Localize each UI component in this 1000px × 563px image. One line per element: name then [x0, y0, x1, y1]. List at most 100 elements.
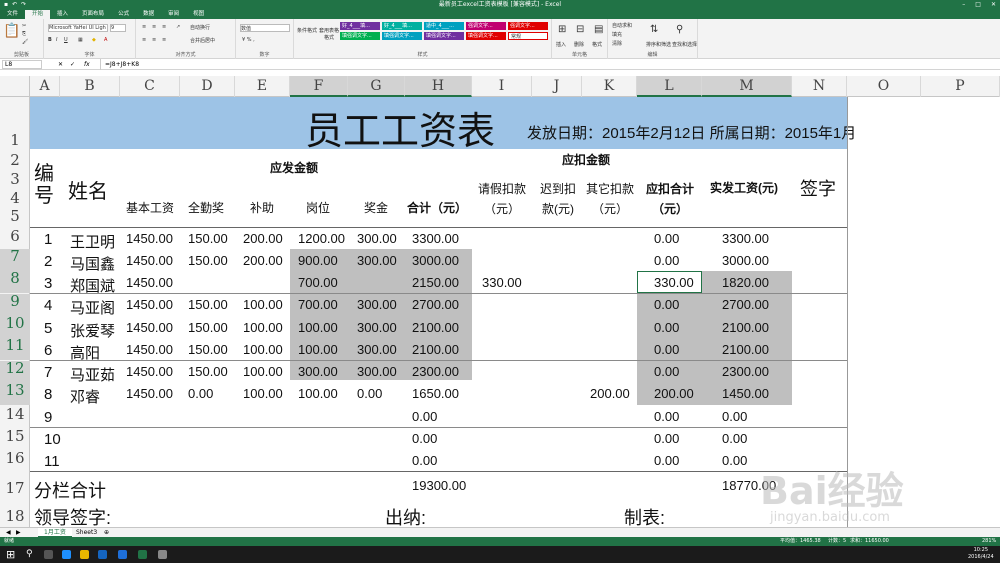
cell-deduct-total[interactable]: 0.00 — [654, 342, 679, 357]
edge-icon[interactable] — [62, 550, 71, 559]
cell-name[interactable]: 马亚阁 — [70, 297, 115, 318]
column-header[interactable]: O — [847, 76, 921, 97]
column-header[interactable]: H — [405, 76, 472, 97]
tab-view[interactable]: 视图 — [186, 10, 211, 19]
cell-deduct-total[interactable]: 0.00 — [654, 431, 679, 446]
cell-name[interactable]: 邓睿 — [70, 386, 100, 407]
cell-subsidy[interactable]: 200.00 — [243, 253, 283, 268]
font-size-select[interactable]: 9 — [110, 24, 126, 32]
app-icon[interactable] — [118, 550, 127, 559]
delete-button[interactable]: 删除 — [574, 41, 584, 48]
cell-base[interactable]: 1450.00 — [126, 231, 173, 246]
cell-net[interactable]: 3000.00 — [722, 253, 769, 268]
style-cell[interactable]: 填强调文字... — [424, 32, 464, 40]
delete-cells-icon[interactable]: ⊟ — [576, 24, 584, 35]
style-cell[interactable]: 强调文字... — [466, 22, 506, 30]
cell-deduct-total[interactable]: 0.00 — [654, 297, 679, 312]
cell-total[interactable]: 2100.00 — [412, 320, 459, 335]
cell-name[interactable]: 马亚茹 — [70, 364, 115, 385]
autosum-button[interactable]: 自动求和 — [612, 22, 632, 29]
cell-attend[interactable]: 150.00 — [188, 342, 228, 357]
style-cell[interactable]: 好_4___填... — [340, 22, 380, 30]
row-header[interactable]: 16 — [0, 451, 30, 466]
cell-subsidy[interactable]: 100.00 — [243, 342, 283, 357]
cell-id[interactable]: 6 — [44, 342, 52, 359]
font-name-select[interactable]: Microsoft YaHei UI Ligh — [48, 24, 108, 32]
format-cells-icon[interactable]: ▤ — [594, 24, 603, 35]
maximize-icon[interactable]: □ — [975, 0, 981, 10]
column-header[interactable]: P — [921, 76, 1000, 97]
cell-post[interactable]: 100.00 — [298, 342, 338, 357]
cell-deduct-total[interactable]: 0.00 — [654, 231, 679, 246]
clear-button[interactable]: 清除 — [612, 40, 622, 47]
cell-id[interactable]: 7 — [44, 364, 52, 381]
cell-subsidy[interactable]: 100.00 — [243, 320, 283, 335]
conditional-format-button[interactable]: 条件格式 — [296, 27, 318, 34]
tab-page-layout[interactable]: 页面布局 — [75, 10, 111, 19]
cell-base[interactable]: 1450.00 — [126, 275, 173, 290]
cell-post[interactable]: 1200.00 — [298, 231, 345, 246]
cell-bonus[interactable]: 300.00 — [357, 231, 397, 246]
cell-base[interactable]: 1450.00 — [126, 320, 173, 335]
number-format-select[interactable]: 数值 — [240, 24, 290, 32]
style-cell[interactable]: 好_4___填... — [382, 22, 422, 30]
cell-base[interactable]: 1450.00 — [126, 386, 173, 401]
cell-post[interactable]: 900.00 — [298, 253, 338, 268]
cell-net[interactable]: 2300.00 — [722, 364, 769, 379]
cell-name[interactable]: 王卫明 — [70, 231, 115, 252]
cell-id[interactable]: 5 — [44, 320, 52, 337]
cell-post[interactable]: 700.00 — [298, 297, 338, 312]
cell-id[interactable]: 8 — [44, 386, 52, 403]
cell-total[interactable]: 1650.00 — [412, 386, 459, 401]
function-icon[interactable]: fx — [84, 59, 90, 70]
font-color-icon[interactable]: A — [104, 37, 107, 43]
cell-net[interactable]: 2100.00 — [722, 342, 769, 357]
cell-subsidy[interactable]: 100.00 — [243, 364, 283, 379]
row-header[interactable]: 4 — [0, 191, 30, 206]
cell-base[interactable]: 1450.00 — [126, 364, 173, 379]
cell-total[interactable]: 3000.00 — [412, 253, 459, 268]
fill-color-icon[interactable]: ◆ — [92, 37, 96, 43]
align-bottom-icon[interactable]: ≡ — [162, 24, 166, 30]
cell-post[interactable]: 100.00 — [298, 320, 338, 335]
row-header[interactable]: 9 — [0, 294, 30, 316]
format-button[interactable]: 格式 — [592, 41, 602, 48]
table-format-button[interactable]: 套用表格格式 — [318, 27, 340, 41]
cell-total[interactable]: 0.00 — [412, 409, 437, 424]
column-header[interactable]: K — [582, 76, 637, 97]
column-header[interactable]: B — [60, 76, 120, 97]
row-header[interactable]: 3 — [0, 172, 30, 187]
row-header[interactable]: 1 — [0, 133, 30, 148]
row-header[interactable]: 8 — [0, 271, 30, 293]
align-top-icon[interactable]: ≡ — [142, 24, 146, 30]
fill-button[interactable]: 填充 — [612, 31, 622, 38]
tab-formulas[interactable]: 公式 — [111, 10, 136, 19]
search-icon[interactable]: ⚲ — [26, 549, 33, 559]
style-cell[interactable]: 适中_4___... — [424, 22, 464, 30]
italic-icon[interactable]: I — [56, 37, 57, 43]
cell-deduct-total[interactable]: 0.00 — [654, 320, 679, 335]
cell-id[interactable]: 1 — [44, 231, 52, 248]
cancel-icon[interactable]: ✕ — [58, 59, 63, 70]
formula-input[interactable]: =J8+J8+K8 — [100, 59, 995, 70]
border-icon[interactable]: ▦ — [78, 37, 83, 43]
cell-deduct-total[interactable]: 0.00 — [654, 364, 679, 379]
sort-icon[interactable]: ⇅ — [650, 24, 658, 35]
cell-attend[interactable]: 0.00 — [188, 386, 213, 401]
row-header[interactable]: 7 — [0, 249, 30, 271]
format-painter-icon[interactable]: 🖌 — [22, 39, 28, 45]
cell-base[interactable]: 1450.00 — [126, 342, 173, 357]
column-header[interactable]: F — [290, 76, 348, 97]
cell-net[interactable]: 0.00 — [722, 431, 747, 446]
row-header[interactable]: 14 — [0, 407, 30, 422]
currency-icon[interactable]: ¥ % , — [242, 37, 255, 43]
cell-name[interactable]: 张爱琴 — [70, 320, 115, 341]
cell-id[interactable]: 9 — [44, 409, 52, 426]
cell-subsidy[interactable]: 100.00 — [243, 297, 283, 312]
zoom-level[interactable]: 281% — [982, 537, 996, 546]
cell-bonus[interactable]: 300.00 — [357, 364, 397, 379]
sort-filter-button[interactable]: 排序和筛选 — [646, 41, 671, 48]
cell-attend[interactable]: 150.00 — [188, 320, 228, 335]
tab-data[interactable]: 数据 — [136, 10, 161, 19]
row-header[interactable]: 2 — [0, 153, 30, 168]
